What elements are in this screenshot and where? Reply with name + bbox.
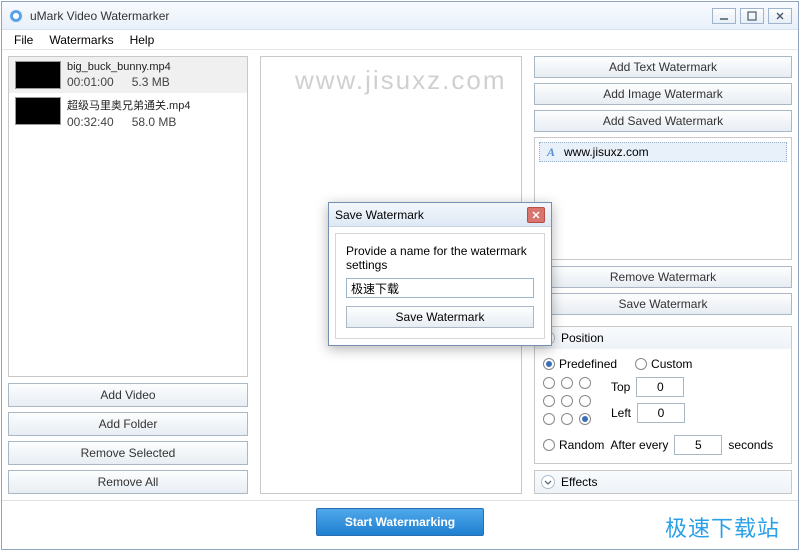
position-cell-0[interactable]	[543, 377, 555, 389]
add-image-watermark-button[interactable]: Add Image Watermark	[534, 83, 792, 105]
position-grid	[543, 377, 593, 427]
window-title: uMark Video Watermarker	[30, 9, 169, 23]
position-cell-4[interactable]	[561, 395, 573, 407]
video-filename: 超级马里奥兄弟通关.mp4	[67, 97, 190, 113]
video-size: 5.3 MB	[132, 75, 170, 89]
top-input[interactable]	[636, 377, 684, 397]
video-thumb	[15, 97, 61, 125]
top-label: Top	[611, 380, 630, 394]
position-cell-3[interactable]	[543, 395, 555, 407]
position-title: Position	[561, 331, 604, 345]
left-label: Left	[611, 406, 631, 420]
seconds-label: seconds	[728, 438, 773, 452]
custom-label: Custom	[651, 357, 692, 371]
save-watermark-button[interactable]: Save Watermark	[534, 293, 792, 315]
dialog-save-button[interactable]: Save Watermark	[346, 306, 534, 328]
position-cell-1[interactable]	[561, 377, 573, 389]
left-column: big_buck_bunny.mp4 00:01:00 5.3 MB 超级马里奥…	[2, 50, 254, 500]
add-folder-button[interactable]: Add Folder	[8, 412, 248, 436]
menu-help[interactable]: Help	[122, 31, 163, 49]
random-label: Random	[559, 438, 604, 452]
predefined-radio[interactable]: Predefined	[543, 357, 617, 371]
radio-icon	[635, 358, 647, 370]
video-thumb	[15, 61, 61, 89]
random-radio[interactable]: Random	[543, 438, 604, 452]
dialog-titlebar[interactable]: Save Watermark	[329, 203, 551, 227]
add-saved-watermark-button[interactable]: Add Saved Watermark	[534, 110, 792, 132]
watermark-name-input[interactable]	[346, 278, 534, 298]
position-cell-7[interactable]	[561, 413, 573, 425]
video-item[interactable]: 超级马里奥兄弟通关.mp4 00:32:40 58.0 MB	[9, 93, 247, 133]
add-video-button[interactable]: Add Video	[8, 383, 248, 407]
start-watermarking-button[interactable]: Start Watermarking	[316, 508, 484, 536]
position-header[interactable]: Position	[535, 327, 791, 349]
watermark-item[interactable]: A www.jisuxz.com	[539, 142, 787, 162]
video-duration: 00:32:40	[67, 115, 114, 129]
titlebar: uMark Video Watermarker	[2, 2, 798, 30]
watermark-item-label: www.jisuxz.com	[564, 145, 649, 159]
app-icon	[8, 8, 24, 24]
effects-group: Effects	[534, 470, 792, 494]
menu-file[interactable]: File	[6, 31, 41, 49]
after-every-label: After every	[610, 438, 668, 452]
remove-watermark-button[interactable]: Remove Watermark	[534, 266, 792, 288]
interval-input[interactable]	[674, 435, 722, 455]
effects-header[interactable]: Effects	[535, 471, 791, 493]
watermark-list[interactable]: A www.jisuxz.com	[534, 137, 792, 260]
video-duration: 00:01:00	[67, 75, 114, 89]
video-filename: big_buck_bunny.mp4	[67, 61, 171, 73]
minimize-button[interactable]	[712, 8, 736, 24]
video-list[interactable]: big_buck_bunny.mp4 00:01:00 5.3 MB 超级马里奥…	[8, 56, 248, 377]
right-column: Add Text Watermark Add Image Watermark A…	[528, 50, 798, 500]
dialog-close-button[interactable]	[527, 207, 545, 223]
position-group: Position Predefined Custom	[534, 326, 792, 464]
video-item[interactable]: big_buck_bunny.mp4 00:01:00 5.3 MB	[9, 57, 247, 93]
position-cell-2[interactable]	[579, 377, 591, 389]
menubar: File Watermarks Help	[2, 30, 798, 50]
add-text-watermark-button[interactable]: Add Text Watermark	[534, 56, 792, 78]
menu-watermarks[interactable]: Watermarks	[41, 31, 121, 49]
remove-all-button[interactable]: Remove All	[8, 470, 248, 494]
site-watermark: 极速下载站	[665, 511, 780, 543]
position-cell-6[interactable]	[543, 413, 555, 425]
dialog-prompt: Provide a name for the watermark setting…	[346, 244, 534, 272]
window: uMark Video Watermarker File Watermarks …	[1, 1, 799, 550]
save-watermark-dialog: Save Watermark Provide a name for the wa…	[328, 202, 552, 346]
text-watermark-icon: A	[544, 145, 558, 159]
position-cell-5[interactable]	[579, 395, 591, 407]
custom-radio[interactable]: Custom	[635, 357, 692, 371]
effects-title: Effects	[561, 475, 597, 489]
radio-icon	[543, 439, 555, 451]
video-size: 58.0 MB	[132, 115, 177, 129]
radio-icon	[543, 358, 555, 370]
dialog-title: Save Watermark	[335, 208, 527, 222]
close-button[interactable]	[768, 8, 792, 24]
chevron-down-icon	[541, 475, 555, 489]
preview-watermark-overlay: www.jisuxz.com	[295, 65, 506, 96]
left-input[interactable]	[637, 403, 685, 423]
predefined-label: Predefined	[559, 357, 617, 371]
maximize-button[interactable]	[740, 8, 764, 24]
remove-selected-button[interactable]: Remove Selected	[8, 441, 248, 465]
position-cell-8[interactable]	[579, 413, 591, 425]
